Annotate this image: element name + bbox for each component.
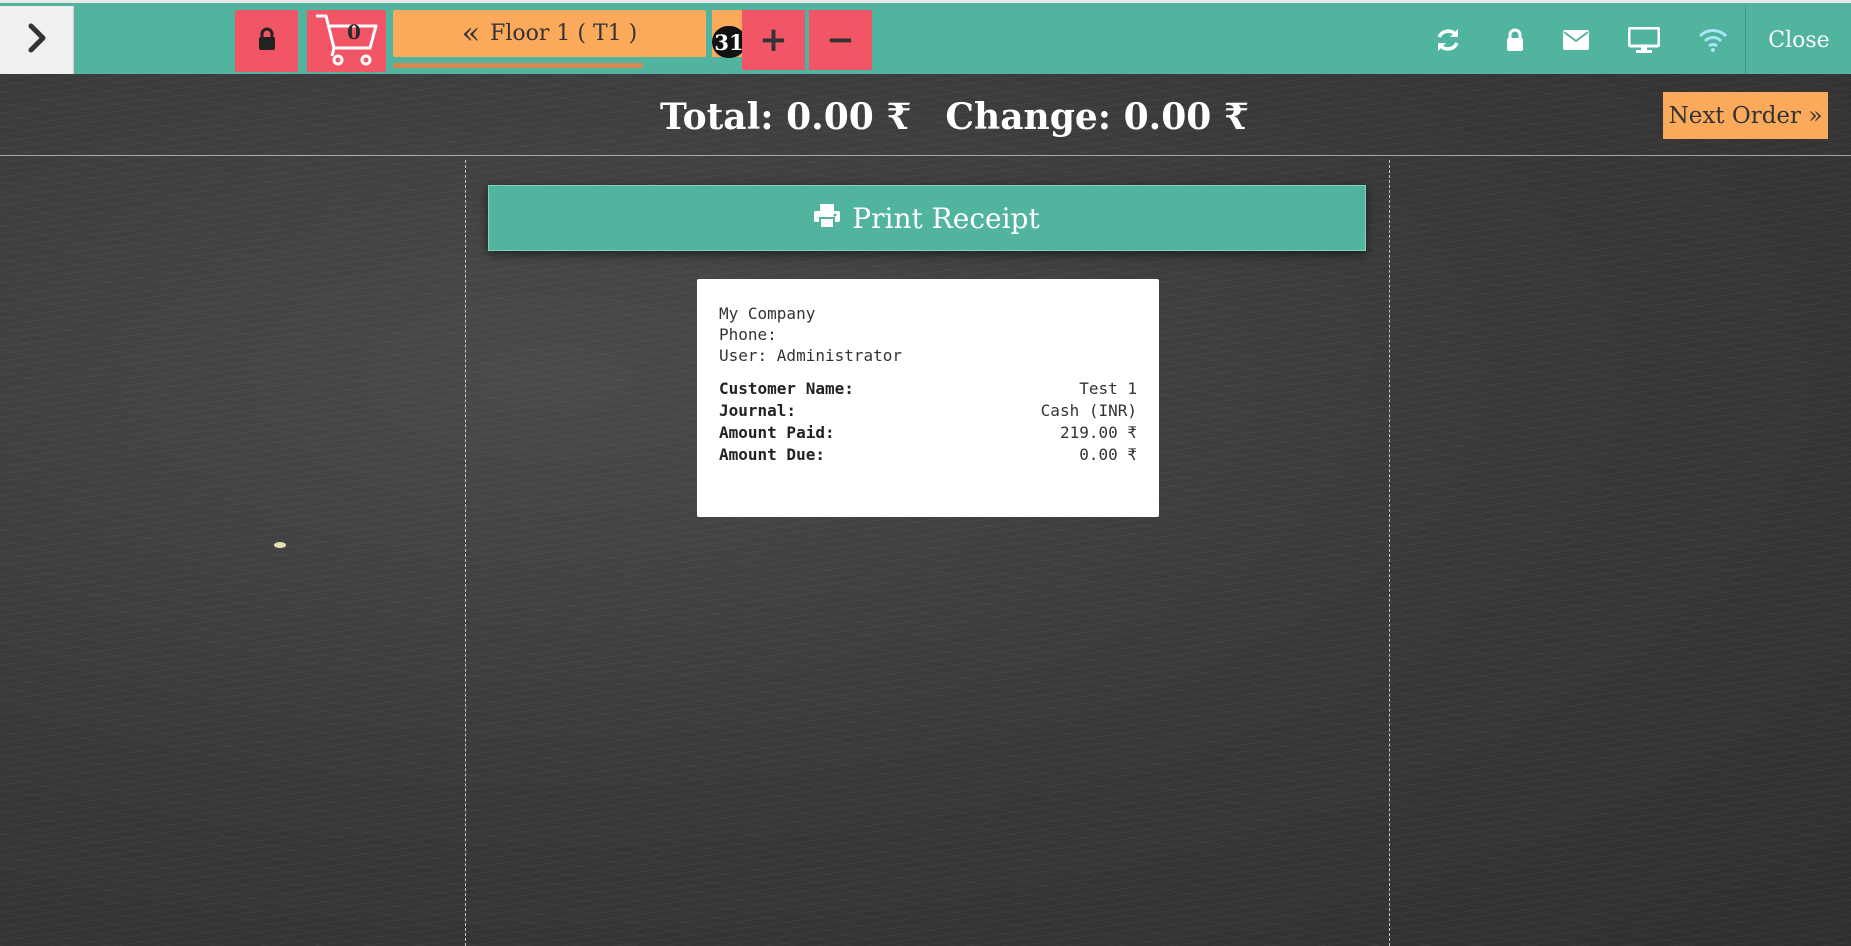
printer-icon <box>814 202 852 235</box>
receipt-card: My Company Phone: User: Administrator Cu… <box>697 279 1159 517</box>
change-amount: Change: 0.00 ₹ <box>945 96 1249 138</box>
lock-button[interactable] <box>235 10 298 72</box>
cashier-user: User: Administrator <box>719 346 903 365</box>
column-divider <box>1389 160 1390 946</box>
next-order-button[interactable]: Next Order » <box>1663 92 1828 139</box>
remove-order-button[interactable]: − <box>809 10 872 70</box>
company-phone: Phone: <box>719 325 777 344</box>
receipt-row-key: Customer Name: <box>719 379 854 398</box>
cart-count: 0 <box>347 20 361 44</box>
totals-bar: Total: 0.00 ₹ Change: 0.00 ₹ <box>0 74 1851 156</box>
monitor-icon[interactable] <box>1627 25 1661 55</box>
floor-label: Floor 1 ( T1 ) <box>490 21 638 46</box>
receipt-row-value: Test 1 <box>1079 379 1137 398</box>
order-number-badge[interactable]: 31 <box>712 26 746 58</box>
column-divider <box>465 160 466 946</box>
lock-icon <box>257 27 277 55</box>
totals-text: Total: 0.00 ₹ Change: 0.00 ₹ <box>660 96 1283 138</box>
floor-selector-button[interactable]: « Floor 1 ( T1 ) <box>393 10 706 57</box>
floor-underline <box>393 63 643 68</box>
total-amount: Total: 0.00 ₹ <box>660 96 912 138</box>
print-receipt-label: Print Receipt <box>852 201 1040 235</box>
receipt-row-key: Amount Due: <box>719 445 825 464</box>
receipt-row-amount-paid: Amount Paid: 219.00 ₹ <box>719 422 1137 444</box>
receipt-row-value: Cash (INR) <box>1040 401 1137 420</box>
close-button[interactable]: Close <box>1745 6 1851 74</box>
plus-icon: + <box>759 20 788 60</box>
add-order-button[interactable]: + <box>742 10 805 70</box>
chalk-mark <box>274 542 286 548</box>
top-bar: 0 « Floor 1 ( T1 ) 31 + − Close <box>0 0 1851 74</box>
receipt-row-value: 0.00 ₹ <box>1079 445 1137 464</box>
lock-icon[interactable] <box>1500 25 1530 55</box>
double-chevron-left-icon: « <box>461 15 481 51</box>
wifi-icon[interactable] <box>1698 25 1728 55</box>
receipt-row-amount-due: Amount Due: 0.00 ₹ <box>719 444 1137 466</box>
company-name: My Company <box>719 304 816 323</box>
cart-button[interactable]: 0 <box>307 10 386 72</box>
chevron-right-icon <box>26 23 48 57</box>
receipt-row-journal: Journal: Cash (INR) <box>719 400 1137 422</box>
refresh-icon[interactable] <box>1433 25 1463 55</box>
receipt-row-key: Journal: <box>719 401 797 420</box>
print-receipt-button[interactable]: Print Receipt <box>488 185 1366 251</box>
receipt-row-customer: Customer Name: Test 1 <box>719 378 1137 400</box>
minus-icon: − <box>826 20 855 60</box>
sidebar-toggle-button[interactable] <box>0 6 74 74</box>
receipt-row-key: Amount Paid: <box>719 423 835 442</box>
receipt-row-value: 219.00 ₹ <box>1059 423 1137 442</box>
envelope-icon[interactable] <box>1561 25 1591 55</box>
